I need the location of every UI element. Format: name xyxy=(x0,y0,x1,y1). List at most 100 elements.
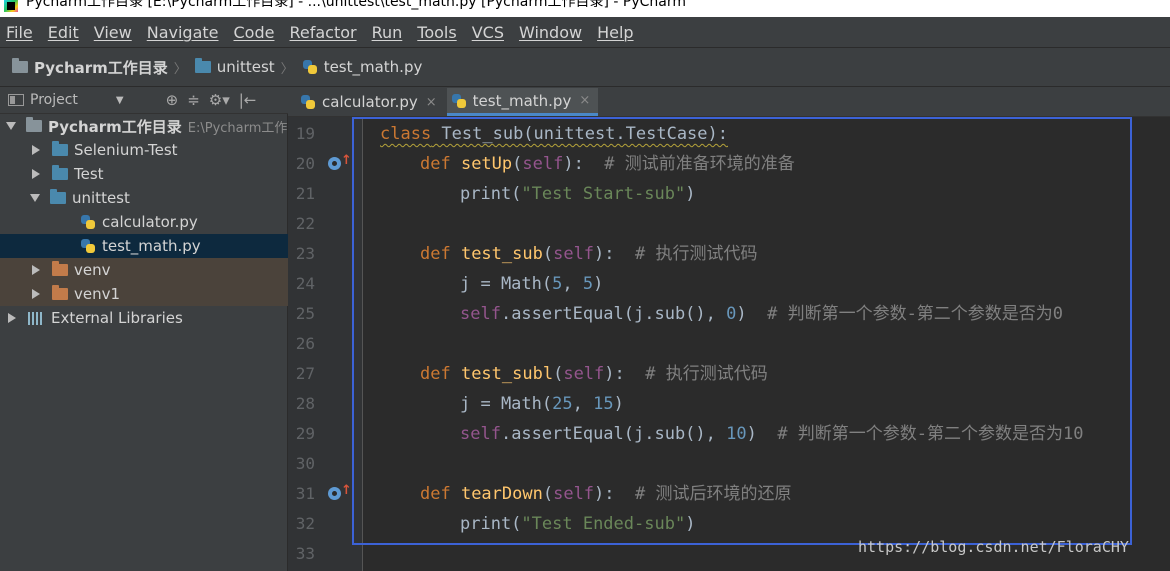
project-view-selector[interactable]: Project xyxy=(30,92,78,108)
code-token: ): xyxy=(563,154,605,174)
code-token: ) xyxy=(593,274,604,294)
code-token: # 测试后环境的还原 xyxy=(635,484,792,504)
tab-calculator-py[interactable]: calculator.py × xyxy=(296,88,445,116)
menu-navigate[interactable]: Navigate xyxy=(147,23,219,42)
chevron-down-icon[interactable] xyxy=(30,194,40,202)
chevron-right-icon: 〉 xyxy=(173,61,187,77)
tree-item[interactable]: calculator.py xyxy=(0,210,288,234)
menu-view[interactable]: View xyxy=(94,23,132,42)
chevron-down-icon[interactable] xyxy=(6,122,16,130)
breadcrumb-project[interactable]: Pycharm工作目录 〉 xyxy=(12,57,195,78)
collapse-all-icon[interactable]: ≑ xyxy=(187,91,200,109)
code-token: tearDown xyxy=(460,484,543,504)
folder-icon xyxy=(52,261,68,276)
menu-window[interactable]: Window xyxy=(519,23,582,42)
project-toolbar-icons: ⊕ ≑ ⚙▾ |← xyxy=(166,91,257,109)
code-token: self xyxy=(460,424,501,444)
code-token: 5 xyxy=(552,274,563,294)
tree-item[interactable]: test_math.py xyxy=(0,234,288,258)
chevron-right-icon[interactable] xyxy=(8,313,16,323)
menu-file[interactable]: File xyxy=(6,23,33,42)
breadcrumb-folder[interactable]: unittest 〉 xyxy=(194,58,302,77)
python-file-icon xyxy=(80,238,96,254)
tree-item[interactable]: venv1 xyxy=(0,282,288,306)
chevron-right-icon[interactable] xyxy=(32,169,40,179)
line-number: 22 xyxy=(295,214,315,233)
code-token: .assertEqual(j.sub(), xyxy=(500,304,727,324)
code-token: # 执行测试代码 xyxy=(645,364,768,384)
override-method-icon[interactable]: ↑ xyxy=(328,153,352,171)
code-token: ): xyxy=(594,484,635,504)
project-view-icon xyxy=(8,94,24,106)
menu-run[interactable]: Run xyxy=(372,23,403,42)
chevron-down-icon[interactable]: ▼ xyxy=(116,95,124,106)
python-file-icon xyxy=(302,59,318,75)
code-token: # 判断第一个参数-第二个参数是否为10 xyxy=(777,424,1084,444)
line-number: 31 xyxy=(295,484,315,503)
line-number: 26 xyxy=(295,334,315,353)
menu-code[interactable]: Code xyxy=(234,23,275,42)
code-token: 0 xyxy=(726,304,737,324)
chevron-right-icon[interactable] xyxy=(32,265,40,275)
folder-icon xyxy=(50,189,66,204)
code-token: ( xyxy=(553,364,564,384)
tree-item[interactable]: External Libraries xyxy=(0,306,288,330)
line-number: 21 xyxy=(295,184,315,203)
code-token: ): xyxy=(594,244,635,264)
library-icon xyxy=(28,311,44,325)
tree-item[interactable]: unittest xyxy=(0,186,288,210)
editor-gutter: 19 20 ↑ 21 22 23 24 25 26 27 28 29 30 31 ↑ 32 33 xyxy=(288,117,376,571)
code-editor[interactable]: class Test_sub(unittest.TestCase):def se… xyxy=(363,117,1170,571)
project-panel-header: Project ▼ ⊕ ≑ ⚙▾ |← xyxy=(0,87,288,114)
folder-icon xyxy=(194,58,211,73)
code-token: test_subl xyxy=(460,364,554,384)
tree-item[interactable]: Selenium-Test xyxy=(0,138,288,162)
code-token: def xyxy=(420,154,461,174)
locate-icon[interactable]: ⊕ xyxy=(166,91,179,109)
chevron-right-icon[interactable] xyxy=(32,289,40,299)
tree-item-label: Test xyxy=(74,165,104,183)
breadcrumb-file[interactable]: test_math.py xyxy=(302,58,422,76)
code-token: ) xyxy=(746,424,778,444)
menu-edit[interactable]: Edit xyxy=(48,23,79,42)
code-line: def test_subl(self): # 执行测试代码 xyxy=(420,359,768,389)
menu-vcs[interactable]: VCS xyxy=(472,23,504,42)
gear-icon[interactable]: ⚙▾ xyxy=(209,91,230,109)
code-line: print("Test Start-sub") xyxy=(460,179,695,209)
tree-item-label: External Libraries xyxy=(51,309,183,327)
code-token: self xyxy=(553,484,595,504)
menu-refactor[interactable]: Refactor xyxy=(289,23,356,42)
code-token: self xyxy=(522,154,564,174)
chevron-right-icon[interactable] xyxy=(32,145,40,155)
code-token: # 测试前准备环境的准备 xyxy=(604,154,795,174)
code-token: print( xyxy=(460,184,522,204)
override-method-icon[interactable]: ↑ xyxy=(328,483,352,501)
python-file-icon xyxy=(80,214,96,230)
code-token: , xyxy=(572,394,594,414)
tab-label: calculator.py xyxy=(322,93,418,111)
code-token: "Test Start-sub" xyxy=(521,184,686,204)
tab-test_math-py[interactable]: test_math.py × xyxy=(446,88,599,116)
close-icon[interactable]: × xyxy=(426,95,437,110)
code-token: ) xyxy=(613,394,624,414)
menu-tools[interactable]: Tools xyxy=(417,23,456,42)
code-token: ) xyxy=(685,514,696,534)
code-token: setUp xyxy=(460,154,513,174)
close-icon[interactable]: × xyxy=(579,93,590,108)
code-token: ( xyxy=(542,484,554,504)
code-token: "Test Ended-sub" xyxy=(521,514,686,534)
code-line: j = Math(25, 15) xyxy=(460,389,624,419)
window-title: Pycharm工作目录 [E:\Pycharm工作目录] - ...\unitt… xyxy=(26,0,686,10)
code-line: class Test_sub(unittest.TestCase): xyxy=(380,119,728,149)
line-number: 29 xyxy=(295,424,315,443)
code-line: j = Math(5, 5) xyxy=(460,269,603,299)
menu-help[interactable]: Help xyxy=(597,23,633,42)
tree-item-label: calculator.py xyxy=(102,213,198,231)
tree-item[interactable]: Test xyxy=(0,162,288,186)
folder-icon xyxy=(12,58,28,73)
line-number: 23 xyxy=(295,244,315,263)
code-token: self xyxy=(460,304,501,324)
tree-item[interactable]: venv xyxy=(0,258,288,282)
hide-panel-icon[interactable]: |← xyxy=(239,91,257,109)
tree-item[interactable]: Pycharm工作目录 E:\Pycharm工作 xyxy=(0,114,288,138)
